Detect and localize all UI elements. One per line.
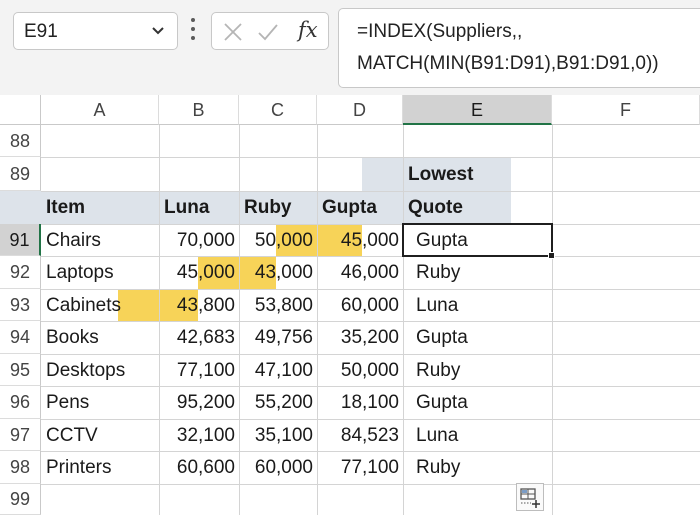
cell-a93[interactable]: Cabinets <box>41 289 159 321</box>
cell-e97[interactable]: Luna <box>403 419 552 451</box>
formula-input[interactable]: =INDEX(Suppliers,, MATCH(MIN(B91:D91),B9… <box>338 8 700 88</box>
row-header-99[interactable]: 99 <box>0 484 41 515</box>
cell-c95[interactable]: 47,100 <box>239 354 317 386</box>
row-header-95[interactable]: 95 <box>0 354 41 386</box>
formula-actions: fx <box>211 12 329 50</box>
column-header-e[interactable]: E <box>403 95 552 125</box>
cell-b98[interactable]: 60,600 <box>159 451 239 484</box>
cell-a98[interactable]: Printers <box>41 451 159 484</box>
cell-b93[interactable]: 43,800 <box>159 289 239 321</box>
cell-a95[interactable]: Desktops <box>41 354 159 386</box>
cell-e98[interactable]: Ruby <box>403 451 552 484</box>
cell-c98[interactable]: 60,000 <box>239 451 317 484</box>
cell-b94[interactable]: 42,683 <box>159 321 239 354</box>
insert-function-button[interactable]: fx <box>298 18 318 42</box>
cell-b96[interactable]: 95,200 <box>159 386 239 419</box>
fill-handle[interactable] <box>548 252 555 259</box>
cell-b95[interactable]: 77,100 <box>159 354 239 386</box>
row-header-94[interactable]: 94 <box>0 321 41 354</box>
cell-d94[interactable]: 35,200 <box>317 321 403 354</box>
row-header-97[interactable]: 97 <box>0 419 41 451</box>
cell-d95[interactable]: 50,000 <box>317 354 403 386</box>
cell-c97[interactable]: 35,100 <box>239 419 317 451</box>
quick-analysis-button[interactable] <box>516 483 544 511</box>
row-header-96[interactable]: 96 <box>0 386 41 419</box>
column-header-d[interactable]: D <box>317 95 403 125</box>
cell-c94[interactable]: 49,756 <box>239 321 317 354</box>
row-header-91[interactable]: 91 <box>0 224 41 256</box>
name-box-value: E91 <box>24 21 58 42</box>
cell-d97[interactable]: 84,523 <box>317 419 403 451</box>
cell-c96[interactable]: 55,200 <box>239 386 317 419</box>
cell-c92[interactable]: 43,000 <box>239 256 317 289</box>
cell-e94[interactable]: Gupta <box>403 321 552 354</box>
cell-d93[interactable]: 60,000 <box>317 289 403 321</box>
cell-e92[interactable]: Ruby <box>403 256 552 289</box>
cell-a92[interactable]: Laptops <box>41 256 159 289</box>
row-header-98[interactable]: 98 <box>0 451 41 484</box>
cell-b90[interactable]: Luna <box>159 191 239 224</box>
cell-e93[interactable]: Luna <box>403 289 552 321</box>
column-header-f[interactable]: F <box>552 95 700 125</box>
name-box[interactable]: E91 <box>13 12 178 50</box>
x-icon[interactable] <box>222 21 244 43</box>
cell-c90[interactable]: Ruby <box>239 191 317 224</box>
quick-analysis-icon <box>520 488 540 508</box>
select-all-corner[interactable] <box>0 95 41 125</box>
cell-a96[interactable]: Pens <box>41 386 159 419</box>
chevron-down-icon[interactable] <box>151 26 165 36</box>
cell-d92[interactable]: 46,000 <box>317 256 403 289</box>
cell-a91[interactable]: Chairs <box>41 224 159 256</box>
cell-d90[interactable]: Gupta <box>317 191 403 224</box>
cell-c93[interactable]: 53,800 <box>239 289 317 321</box>
row-header-88[interactable]: 88 <box>0 125 41 157</box>
cell-e96[interactable]: Gupta <box>403 386 552 419</box>
cell-a90[interactable]: Item <box>41 191 159 224</box>
formula-bar: E91 fx =INDEX(Suppliers,, MATCH(MIN(B91:… <box>0 0 700 95</box>
cell-a94[interactable]: Books <box>41 321 159 354</box>
cell-d91[interactable]: 45,000 <box>317 224 403 256</box>
row-header-93[interactable]: 93 <box>0 289 41 321</box>
column-header-c[interactable]: C <box>239 95 317 125</box>
formula-text-line1: =INDEX(Suppliers,, <box>357 21 523 42</box>
cell-c91[interactable]: 50,000 <box>239 224 317 256</box>
cell-e89[interactable]: Lowest <box>403 157 552 191</box>
cell-b92[interactable]: 45,000 <box>159 256 239 289</box>
cell-a97[interactable]: CCTV <box>41 419 159 451</box>
cell-d98[interactable]: 77,100 <box>317 451 403 484</box>
kebab-icon[interactable] <box>190 18 196 44</box>
cell-e95[interactable]: Ruby <box>403 354 552 386</box>
cell-b97[interactable]: 32,100 <box>159 419 239 451</box>
cell-d96[interactable]: 18,100 <box>317 386 403 419</box>
row-header-89[interactable]: 89 <box>0 157 41 191</box>
formula-text-line2: MATCH(MIN(B91:D91),B91:D91,0)) <box>357 53 659 74</box>
check-icon[interactable] <box>256 21 280 43</box>
cell-e90[interactable]: Quote <box>403 191 552 224</box>
column-header-a[interactable]: A <box>41 95 159 125</box>
row-header-92[interactable]: 92 <box>0 256 41 289</box>
active-cell-border <box>402 223 553 257</box>
column-header-b[interactable]: B <box>159 95 239 125</box>
cell-b91[interactable]: 70,000 <box>159 224 239 256</box>
